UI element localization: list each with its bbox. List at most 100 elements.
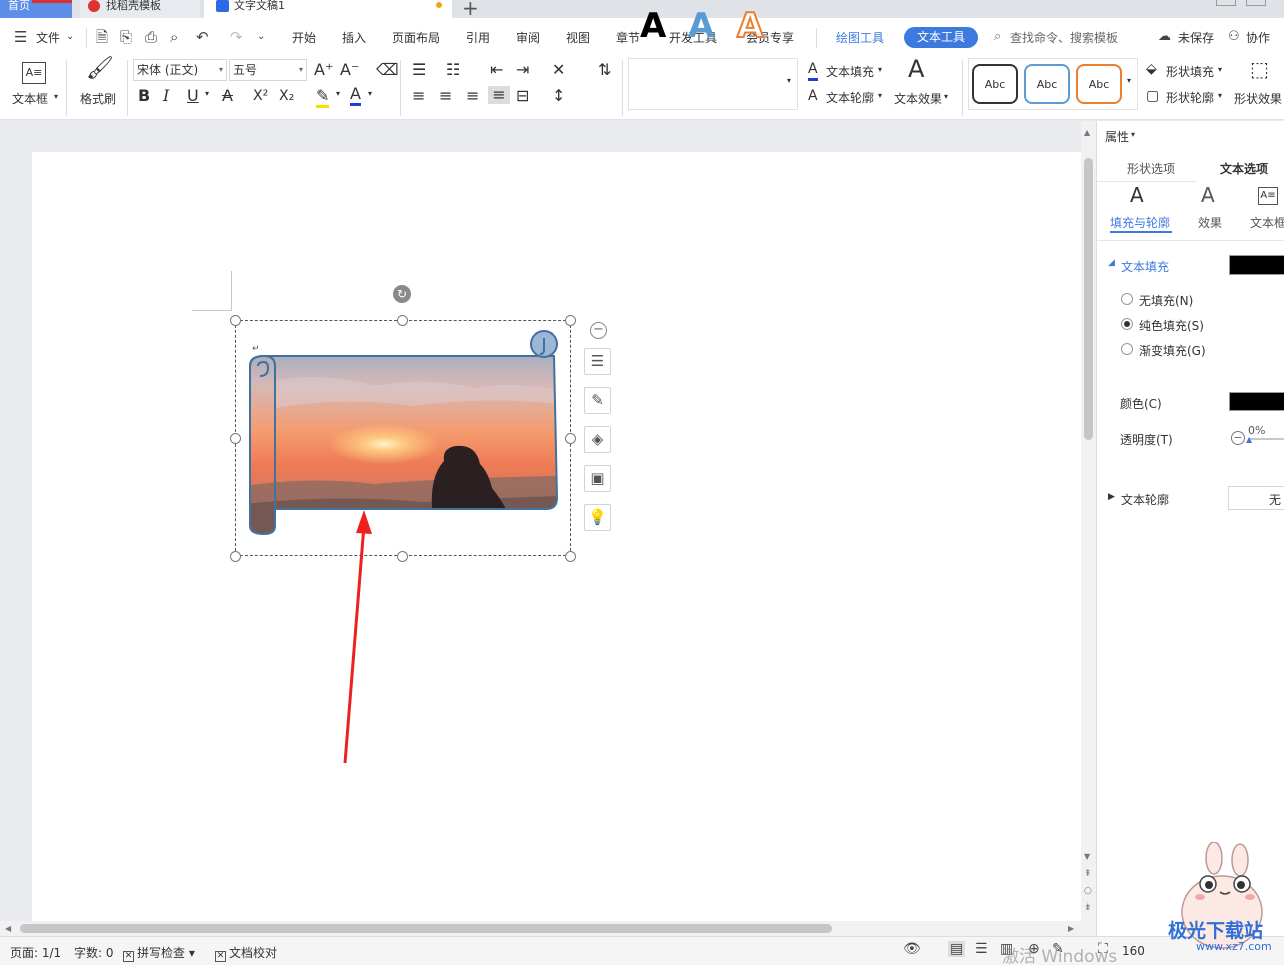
tab-template[interactable]: 找稻壳模板: [80, 0, 200, 18]
text-outline-button[interactable]: 文本轮廓: [826, 89, 874, 106]
menu-draw-tools[interactable]: 绘图工具: [836, 29, 884, 46]
redo-icon[interactable]: ↷: [230, 29, 243, 45]
superscript-button[interactable]: X²: [253, 87, 268, 105]
spell-check-button[interactable]: ✕ 拼写检查 ▾: [123, 944, 195, 962]
text-fill-swatch[interactable]: [1229, 255, 1284, 275]
chevron-down-icon[interactable]: ▾: [1218, 91, 1222, 100]
word-count[interactable]: 字数: 0: [74, 944, 114, 961]
resize-handle-e[interactable]: [565, 433, 576, 444]
resize-handle-sw[interactable]: [230, 551, 241, 562]
eye-protect-icon[interactable]: 👁: [903, 941, 921, 957]
resize-handle-n[interactable]: [397, 315, 408, 326]
chinese-layout-icon[interactable]: ✕: [552, 61, 565, 79]
scroll-left-icon[interactable]: ◀: [5, 924, 11, 933]
align-center-icon[interactable]: ≡: [439, 87, 452, 105]
highlight-icon[interactable]: ✎: [316, 87, 330, 108]
window-restore-icon[interactable]: [1246, 0, 1266, 6]
collapse-arrow-icon[interactable]: ▶: [1108, 492, 1115, 502]
outline-view-icon[interactable]: ☰: [975, 941, 988, 957]
textbox-small-icon[interactable]: A≡: [1258, 187, 1278, 205]
page-view-icon[interactable]: ▤: [948, 941, 966, 957]
rotate-handle[interactable]: ↻: [393, 285, 411, 303]
font-increase-icon[interactable]: A⁺: [314, 61, 333, 79]
menu-view[interactable]: 视图: [566, 29, 590, 46]
italic-button[interactable]: I: [163, 87, 169, 105]
text-fill-button[interactable]: 文本填充: [826, 63, 874, 80]
unsaved-status[interactable]: 未保存: [1178, 29, 1214, 46]
resize-handle-nw[interactable]: [230, 315, 241, 326]
text-style-black[interactable]: A: [640, 6, 666, 46]
chevron-down-icon[interactable]: ▾: [205, 89, 209, 98]
line-spacing-icon[interactable]: ↕: [552, 87, 565, 105]
subtab-effect[interactable]: 效果: [1198, 214, 1222, 231]
shape-effect-icon[interactable]: ⬚: [1250, 59, 1269, 79]
collapse-icon[interactable]: −: [590, 322, 607, 339]
font-size-select[interactable]: 五号 ▾: [229, 59, 307, 81]
resize-handle-s[interactable]: [397, 551, 408, 562]
subscript-button[interactable]: X₂: [279, 87, 294, 105]
subtab-fill-outline[interactable]: 填充与轮廓: [1110, 214, 1170, 231]
section-text-fill[interactable]: 文本填充: [1121, 258, 1169, 275]
chevron-down-icon[interactable]: ▾: [1218, 65, 1222, 74]
select-browse-icon[interactable]: ○: [1084, 886, 1092, 896]
scroll-right-icon[interactable]: ▶: [1068, 924, 1074, 933]
effect-icon[interactable]: A: [1201, 185, 1215, 205]
chevron-down-icon[interactable]: ▾: [878, 91, 882, 100]
chevron-down-icon[interactable]: ▾: [54, 92, 58, 101]
layout-options-icon[interactable]: ☰: [584, 348, 611, 375]
scroll-down-icon[interactable]: ▼: [1084, 852, 1090, 861]
expand-icon[interactable]: ◢: [1108, 258, 1115, 268]
tab-shape-options[interactable]: 形状选项: [1127, 160, 1175, 177]
slider-thumb[interactable]: ▲: [1246, 435, 1252, 444]
text-style-blue[interactable]: A: [688, 6, 714, 46]
label-gradient-fill[interactable]: 渐变填充(G): [1139, 342, 1206, 359]
align-right-icon[interactable]: ≡: [466, 87, 479, 105]
transparency-slider[interactable]: [1248, 438, 1284, 440]
lightbulb-icon[interactable]: 💡: [584, 504, 611, 531]
align-left-icon[interactable]: ≡: [412, 87, 425, 105]
gallery-more-icon[interactable]: ▾: [1127, 76, 1131, 85]
next-page-icon[interactable]: ⇟: [1084, 903, 1092, 913]
bold-button[interactable]: B: [138, 87, 150, 105]
bullet-list-icon[interactable]: ☰: [412, 61, 426, 79]
label-solid-fill[interactable]: 纯色填充(S): [1139, 317, 1204, 334]
shape-fill-button[interactable]: 形状填充: [1166, 63, 1214, 80]
chevron-down-icon[interactable]: ▾: [336, 89, 340, 98]
distributed-icon[interactable]: ⊟: [516, 87, 529, 105]
shape-style-dark[interactable]: Abc: [972, 64, 1018, 104]
radio-solid-fill[interactable]: [1121, 318, 1133, 330]
tab-home[interactable]: 首页: [0, 0, 72, 18]
quick-access-more-icon[interactable]: ⌄: [257, 29, 265, 45]
sort-icon[interactable]: ⇅: [598, 61, 611, 79]
page-count[interactable]: 页面: 1/1: [10, 944, 61, 961]
resize-handle-se[interactable]: [565, 551, 576, 562]
proofread-button[interactable]: ✕ 文档校对: [215, 944, 277, 962]
prev-page-icon[interactable]: ⇞: [1084, 869, 1092, 879]
format-painter-button[interactable]: 格式刷: [80, 90, 116, 107]
format-painter-icon[interactable]: 🖌: [86, 58, 114, 80]
font-name-select[interactable]: 宋体 (正文) ▾: [133, 59, 227, 81]
vertical-scroll-thumb[interactable]: [1084, 158, 1093, 440]
print-icon[interactable]: ⎙: [145, 29, 157, 45]
chevron-down-icon[interactable]: ▾: [1131, 130, 1135, 139]
font-decrease-icon[interactable]: A⁻: [340, 61, 359, 79]
new-tab-button[interactable]: +: [462, 0, 479, 20]
gallery-more-icon[interactable]: ▾: [787, 76, 791, 85]
panel-title[interactable]: 属性: [1105, 128, 1129, 145]
scroll-up-icon[interactable]: ▲: [1084, 128, 1090, 137]
tab-text-options[interactable]: 文本选项: [1220, 160, 1268, 177]
chevron-down-icon[interactable]: ▾: [368, 89, 372, 98]
transparency-decrease-icon[interactable]: −: [1231, 431, 1245, 445]
chevron-down-icon[interactable]: ⌄: [66, 29, 74, 45]
menu-chapter[interactable]: 章节: [616, 29, 640, 46]
color-swatch[interactable]: [1229, 392, 1284, 411]
menu-file[interactable]: 文件: [36, 29, 60, 46]
pen-icon[interactable]: ✎: [584, 387, 611, 414]
horizontal-scroll-thumb[interactable]: [20, 924, 832, 933]
outline-select[interactable]: 无: [1228, 486, 1284, 510]
menu-text-tools[interactable]: 文本工具: [904, 27, 978, 48]
chevron-down-icon[interactable]: ▾: [878, 65, 882, 74]
command-search[interactable]: 查找命令、搜索模板: [1010, 29, 1118, 46]
menu-start[interactable]: 开始: [292, 29, 316, 46]
label-no-fill[interactable]: 无填充(N): [1139, 292, 1193, 309]
